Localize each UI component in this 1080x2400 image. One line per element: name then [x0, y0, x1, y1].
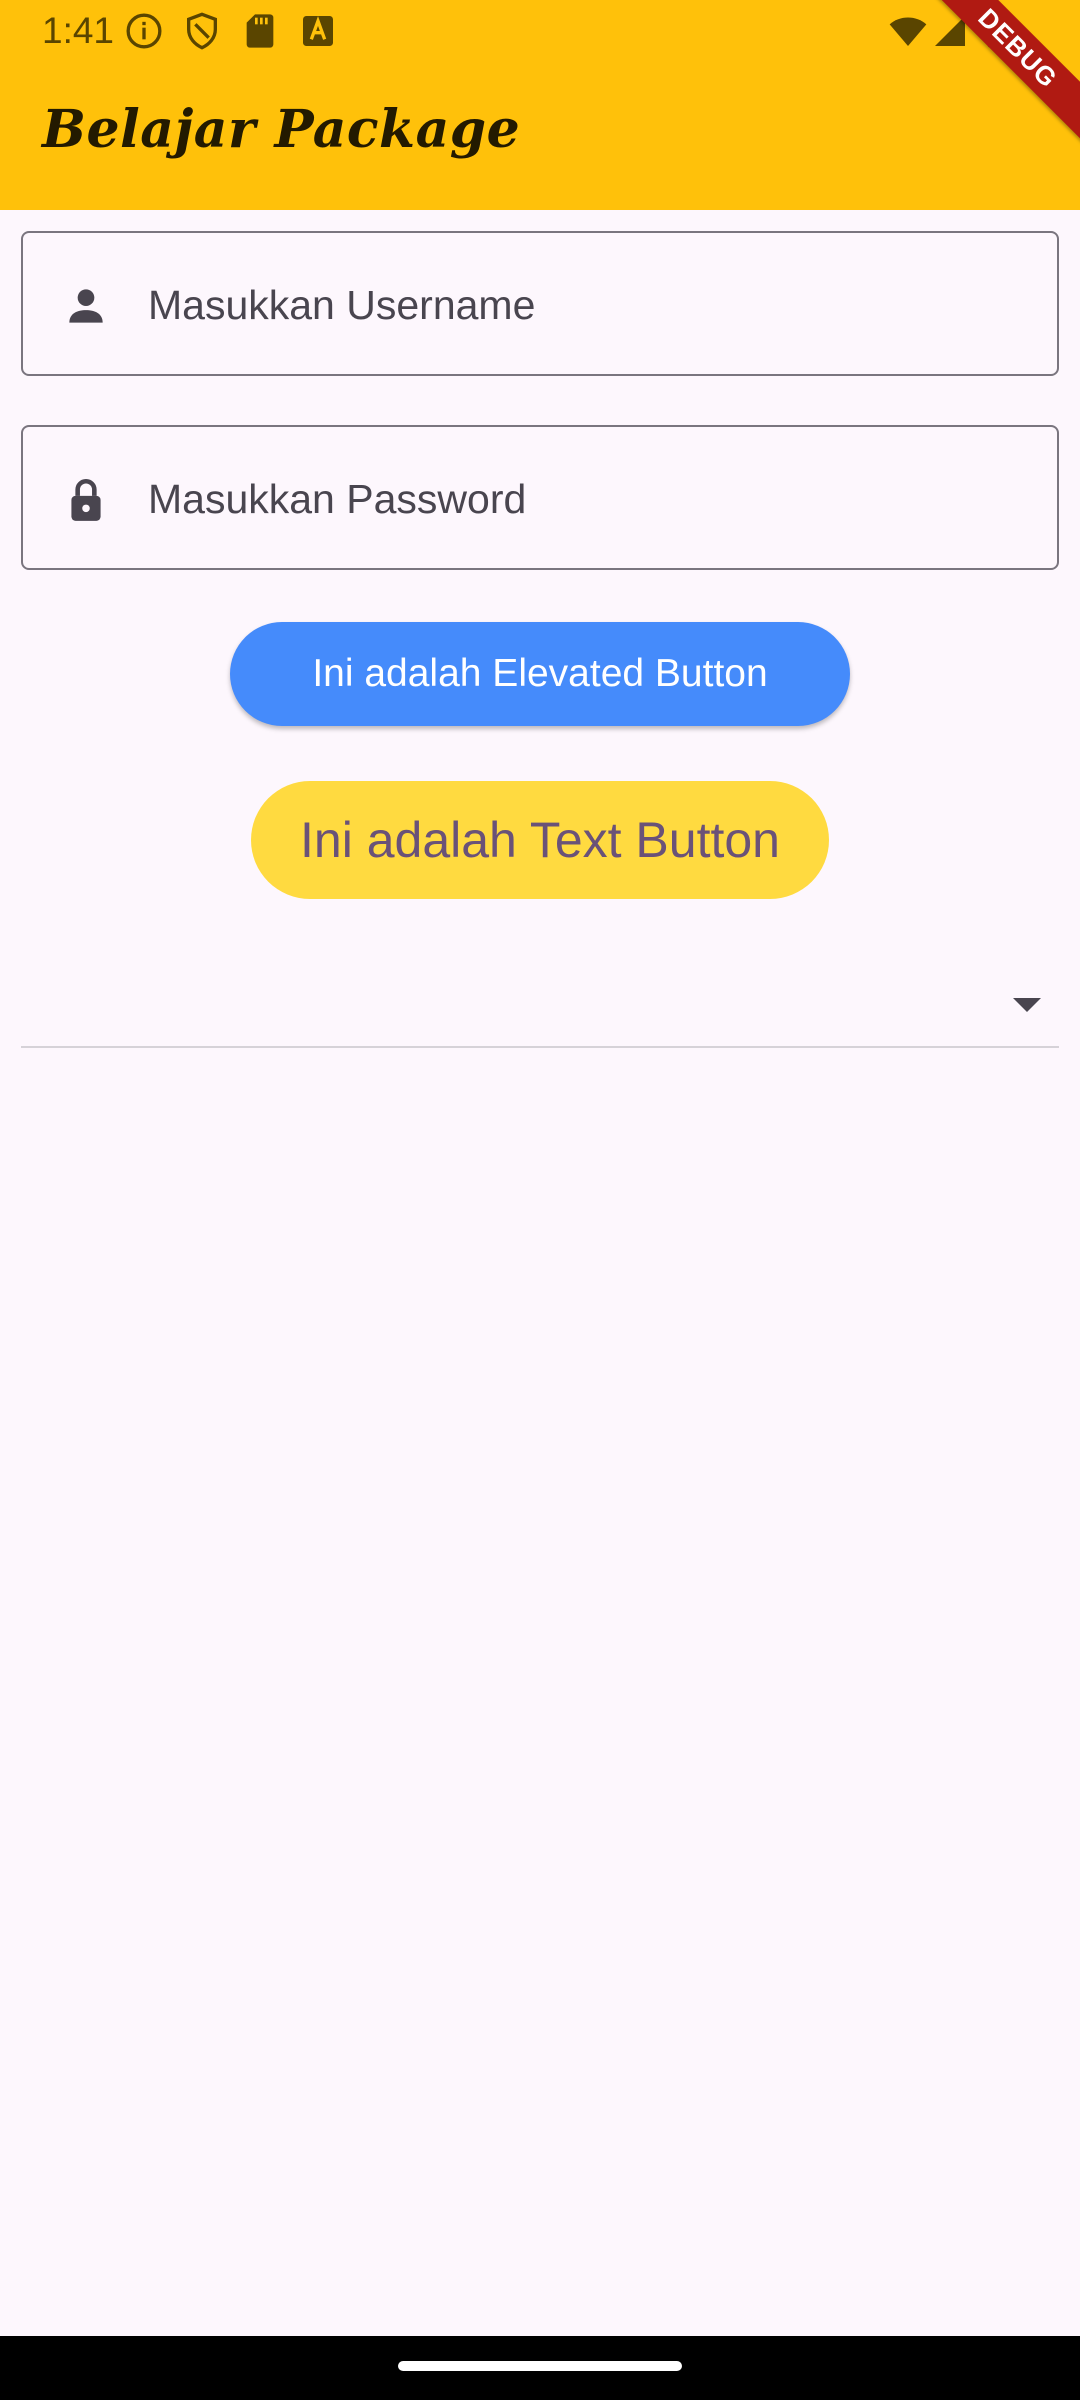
sd-card-icon — [246, 14, 274, 48]
text-button[interactable]: Ini adalah Text Button — [251, 781, 829, 899]
dropdown-arrow-icon — [1013, 998, 1041, 1012]
dropdown-select[interactable] — [21, 950, 1059, 1048]
home-gesture-handle[interactable] — [398, 2361, 682, 2371]
app-bar: 1:41 Belajar Package DEBUG — [0, 0, 1080, 210]
person-icon — [69, 289, 103, 323]
username-field[interactable]: Masukkan Username — [21, 231, 1059, 376]
status-bar: 1:41 — [0, 0, 1080, 62]
font-icon — [303, 16, 333, 46]
wifi-icon — [889, 17, 927, 46]
lock-icon — [71, 479, 101, 521]
info-icon — [126, 13, 162, 49]
password-field[interactable]: Masukkan Password — [21, 425, 1059, 570]
system-nav-bar — [0, 2336, 1080, 2400]
status-time: 1:41 — [42, 10, 115, 51]
shield-icon — [187, 12, 217, 50]
elevated-button[interactable]: Ini adalah Elevated Button — [230, 622, 850, 726]
app-title: Belajar Package — [42, 99, 521, 160]
username-placeholder: Masukkan Username — [148, 282, 536, 328]
password-placeholder: Masukkan Password — [148, 476, 527, 522]
